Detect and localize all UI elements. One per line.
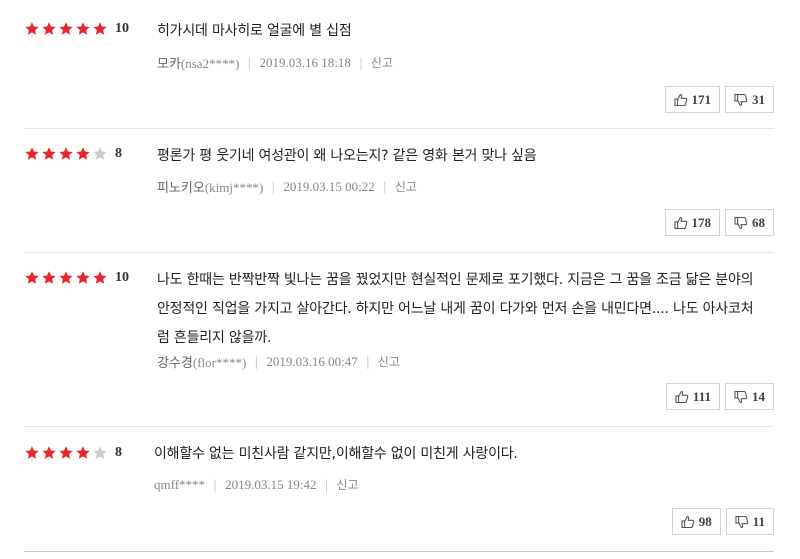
separator: | (382, 179, 387, 194)
star-icon (24, 21, 40, 37)
review-meta: 강수경(flor****) | 2019.03.16 00:47 | 신고 (157, 352, 400, 372)
review-text: 나도 한때는 반짝반짝 빛나는 꿈을 꿨었지만 현실적인 문제로 포기했다. 지… (157, 272, 754, 346)
review-meta: 모카(nsa2****) | 2019.03.16 18:18 | 신고 (157, 53, 393, 73)
report-link[interactable]: 신고 (378, 353, 400, 370)
reviewer-nickname: 모카 (157, 57, 181, 72)
like-count: 171 (691, 91, 712, 107)
star-icon (75, 146, 91, 162)
separator: | (247, 55, 252, 70)
reviewer-id: qmff**** (154, 476, 206, 492)
rating-score: 8 (115, 146, 122, 161)
review-divider (24, 128, 774, 129)
reviewer-nickname: 피노키오 (157, 181, 205, 196)
thumbs-up-icon (673, 216, 692, 230)
reviewer-id: (kimj****) (204, 180, 264, 195)
rating-score: 8 (115, 445, 122, 460)
like-count: 98 (698, 513, 712, 529)
dislike-button[interactable]: 68 (725, 209, 774, 236)
review-date: 2019.03.16 18:18 (259, 54, 351, 70)
star-icon (92, 445, 108, 461)
dislike-count: 68 (752, 214, 765, 230)
review-meta: 피노키오(kimj****) | 2019.03.15 00:22 | 신고 (157, 177, 417, 197)
review-text: 히가시데 마사히로 얼굴에 별 십점 (157, 23, 352, 39)
dislike-count: 11 (752, 513, 765, 529)
like-button[interactable]: 171 (664, 86, 720, 113)
star-rating (24, 146, 109, 162)
reviewer-name[interactable]: qmff**** (154, 477, 205, 493)
thumbs-up-icon (673, 93, 692, 107)
report-link[interactable]: 신고 (337, 476, 359, 493)
reviewer-nickname: 강수경 (157, 356, 193, 371)
like-button[interactable]: 178 (664, 209, 720, 236)
vote-buttons: 111 14 (665, 383, 774, 410)
separator: | (365, 354, 370, 369)
dislike-count: 31 (752, 91, 765, 107)
reviewer-name[interactable]: 모카(nsa2****) (157, 53, 239, 72)
vote-buttons: 178 68 (664, 209, 774, 236)
reviewer-id: (flor****) (192, 355, 247, 370)
separator: | (213, 477, 218, 492)
thumbs-up-icon (675, 390, 693, 404)
review-meta: qmff**** | 2019.03.15 19:42 | 신고 (154, 476, 359, 493)
review-text: 평론가 평 웃기네 여성관이 왜 나오는지? 같은 영화 본거 맞나 싶음 (157, 148, 537, 164)
star-icon (58, 21, 74, 37)
vote-buttons: 171 31 (664, 86, 774, 113)
like-button[interactable]: 111 (665, 383, 720, 410)
star-icon (41, 270, 57, 286)
review-divider (24, 252, 774, 253)
separator: | (271, 179, 276, 194)
star-icon (41, 146, 57, 162)
review-text: 이해할수 없는 미친사람 같지만,이해할수 없이 미친게 사랑이다. (154, 446, 518, 462)
rating-score: 10 (115, 270, 129, 285)
separator: | (358, 55, 363, 70)
star-icon (75, 21, 91, 37)
separator: | (324, 477, 329, 492)
report-link[interactable]: 신고 (371, 54, 393, 71)
vote-buttons: 98 11 (671, 508, 774, 535)
star-icon (58, 270, 74, 286)
star-rating (24, 445, 109, 461)
thumbs-up-icon (681, 515, 699, 529)
star-icon (24, 445, 40, 461)
star-icon (92, 146, 108, 162)
star-icon (75, 445, 91, 461)
star-icon (41, 445, 57, 461)
reviewer-name[interactable]: 피노키오(kimj****) (157, 177, 263, 196)
dislike-button[interactable]: 11 (725, 508, 774, 535)
thumbs-down-icon (735, 515, 753, 529)
like-count: 178 (691, 214, 712, 230)
star-icon (41, 21, 57, 37)
review-divider (24, 426, 774, 427)
thumbs-down-icon (734, 93, 752, 107)
reviewer-id: (nsa2****) (180, 56, 240, 71)
review-date: 2019.03.15 19:42 (225, 476, 317, 492)
rating-score: 10 (115, 21, 129, 36)
star-icon (24, 146, 40, 162)
list-bottom-divider (24, 551, 774, 552)
review-date: 2019.03.15 00:22 (283, 178, 375, 194)
star-icon (24, 270, 40, 286)
report-link[interactable]: 신고 (395, 178, 417, 195)
star-icon (92, 270, 108, 286)
star-rating (24, 270, 109, 286)
review-date: 2019.03.16 00:47 (266, 353, 358, 369)
separator: | (254, 354, 259, 369)
like-button[interactable]: 98 (671, 508, 721, 535)
thumbs-down-icon (734, 390, 752, 404)
reviewer-name[interactable]: 강수경(flor****) (157, 352, 246, 371)
star-icon (92, 21, 108, 37)
like-count: 111 (692, 388, 711, 404)
star-icon (58, 445, 74, 461)
dislike-button[interactable]: 31 (725, 86, 774, 113)
thumbs-down-icon (734, 216, 752, 230)
star-icon (75, 270, 91, 286)
dislike-count: 14 (752, 388, 765, 404)
star-rating (24, 21, 109, 37)
star-icon (58, 146, 74, 162)
dislike-button[interactable]: 14 (725, 383, 774, 410)
